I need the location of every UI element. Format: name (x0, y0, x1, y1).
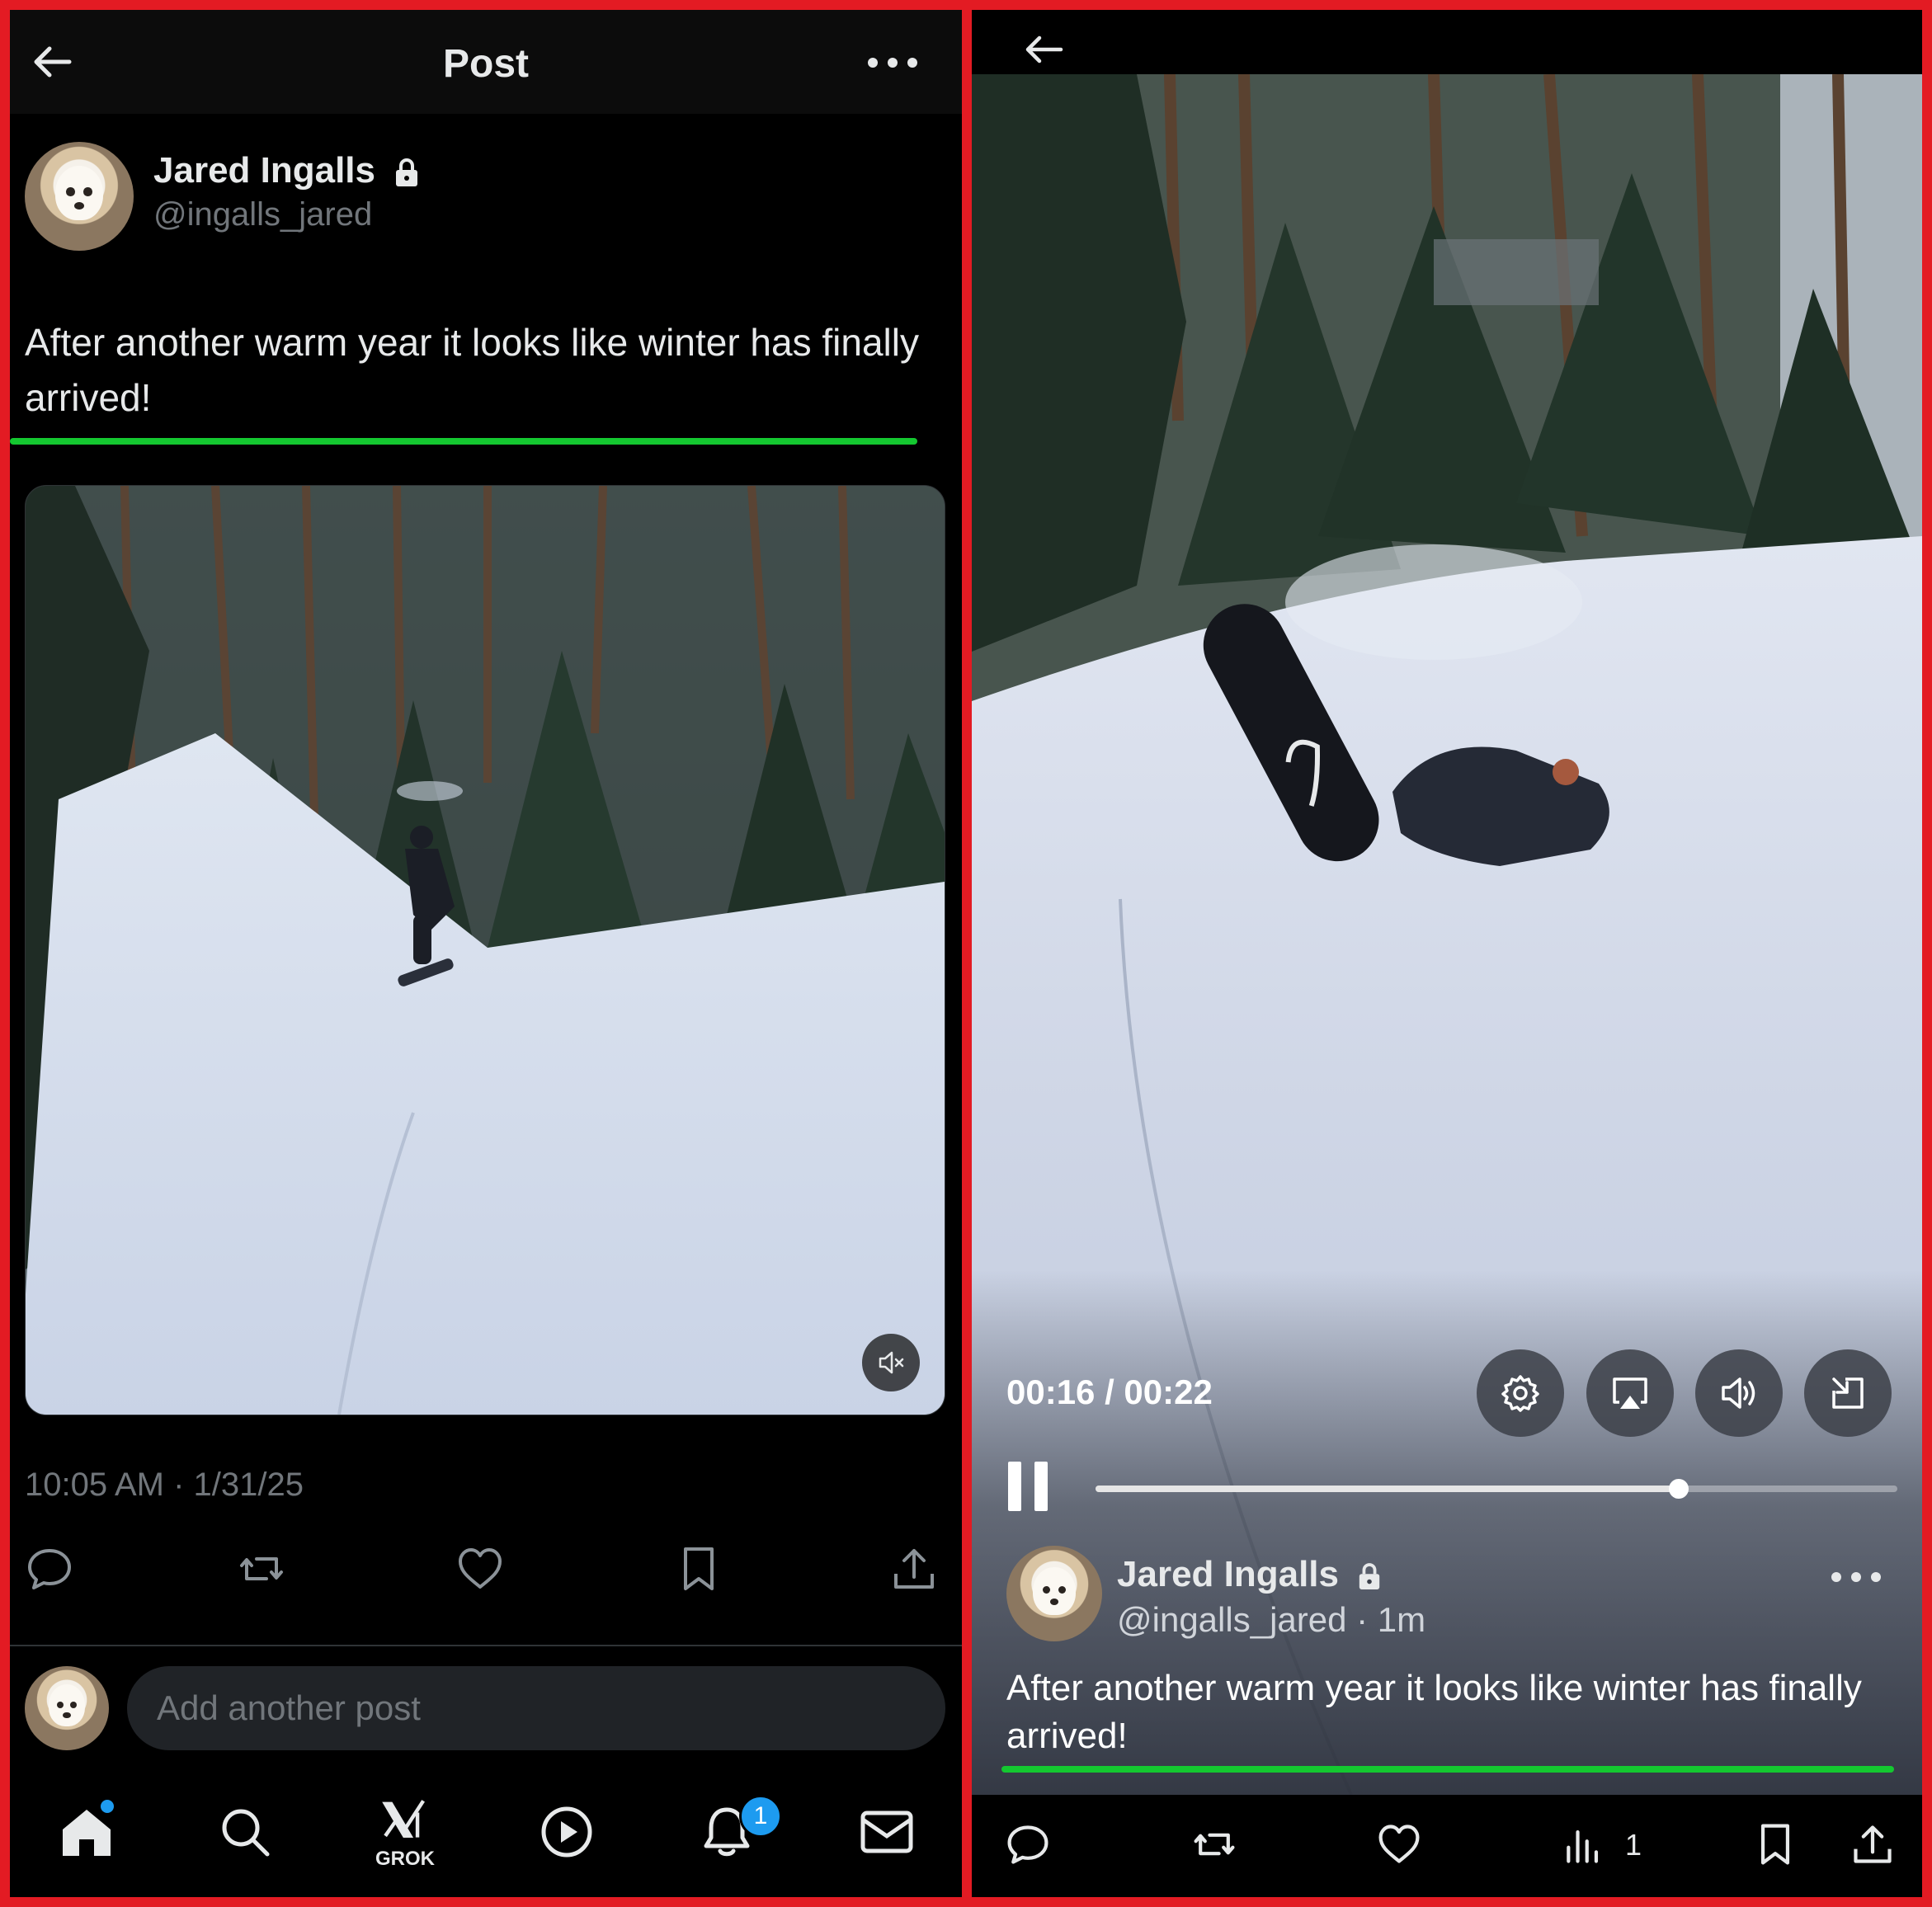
reply-input[interactable]: Add another post (127, 1666, 945, 1750)
more-dots-icon (1831, 1572, 1841, 1582)
heart-icon (459, 1548, 502, 1589)
bar-chart-icon (1567, 1829, 1599, 1863)
more-options-button[interactable] (1831, 1572, 1881, 1584)
nav-messages[interactable] (858, 1803, 916, 1861)
highlight-underline (10, 438, 917, 445)
video-progress-bar[interactable] (1096, 1479, 1897, 1499)
progress-scrubber[interactable] (1668, 1479, 1689, 1499)
settings-button[interactable] (1477, 1349, 1564, 1437)
view-count: 1 (1625, 1828, 1642, 1862)
post-timestamp: 10:05 AM · 1/31/25 (25, 1467, 304, 1503)
highlight-underline (1001, 1766, 1894, 1773)
author-name[interactable]: Jared Ingalls (153, 150, 420, 191)
reply-avatar (25, 1666, 109, 1750)
more-dots-icon (868, 58, 878, 68)
playback-time: 00:16 / 00:22 (1006, 1373, 1213, 1411)
repost-icon (1194, 1833, 1235, 1856)
share-button[interactable] (889, 1544, 939, 1594)
notification-badge: 1 (739, 1795, 782, 1838)
reply-button[interactable] (1005, 1821, 1051, 1867)
post-detail-panel: Post Jared Ingalls @ingalls_jared After … (10, 10, 962, 1897)
nav-home[interactable] (58, 1800, 115, 1861)
pause-icon (1008, 1462, 1021, 1511)
gear-icon (1501, 1375, 1539, 1412)
lock-icon (396, 158, 418, 187)
grok-icon (382, 1800, 425, 1839)
nav-video[interactable] (538, 1803, 596, 1861)
author-handle-time[interactable]: @ingalls_jared · 1m (1117, 1600, 1425, 1640)
more-options-button[interactable] (868, 58, 917, 69)
airplay-button[interactable] (1586, 1349, 1674, 1437)
heart-icon (1378, 1825, 1420, 1863)
like-button[interactable] (455, 1544, 505, 1594)
repost-button[interactable] (1191, 1821, 1237, 1867)
video-thumbnail[interactable] (25, 485, 945, 1415)
nav-search[interactable] (216, 1803, 274, 1861)
divider (10, 1645, 962, 1646)
post-text: After another warm year it looks like wi… (1006, 1668, 1862, 1757)
bookmark-button[interactable] (1752, 1821, 1798, 1867)
video-player-panel: 00:16 / 00:22 Jared Ingalls @ingalls_jar… (972, 10, 1922, 1897)
repost-icon (240, 1557, 283, 1580)
share-button[interactable] (1850, 1821, 1896, 1867)
snowboard-scene-image (26, 486, 945, 1415)
mute-button[interactable] (862, 1334, 920, 1391)
bookmark-button[interactable] (674, 1544, 723, 1594)
play-circle-icon (541, 1806, 592, 1858)
player-action-bar: 1 (972, 1795, 1922, 1897)
airplay-icon (1613, 1377, 1647, 1409)
author-handle[interactable]: @ingalls_jared (153, 196, 372, 233)
share-upload-icon (894, 1549, 934, 1589)
search-icon (222, 1809, 270, 1857)
repost-button[interactable] (237, 1544, 286, 1594)
views-button[interactable]: 1 (1561, 1821, 1642, 1867)
post-action-bar (10, 1544, 962, 1610)
unread-dot (101, 1800, 114, 1813)
nav-grok[interactable]: GROK (375, 1796, 435, 1870)
progress-fill (1096, 1486, 1679, 1492)
back-button[interactable] (1021, 33, 1066, 66)
minimize-player-button[interactable] (1804, 1349, 1892, 1437)
volume-button[interactable] (1695, 1349, 1783, 1437)
avatar[interactable] (25, 142, 134, 251)
bookmark-icon (684, 1547, 714, 1590)
author-name[interactable]: Jared Ingalls (1117, 1554, 1382, 1595)
share-upload-icon (1854, 1825, 1892, 1863)
reply-bubble-icon (28, 1549, 71, 1589)
player-top-bar (972, 10, 1922, 74)
bookmark-icon (1760, 1824, 1790, 1865)
video-player[interactable] (972, 74, 1922, 1795)
like-button[interactable] (1376, 1821, 1422, 1867)
top-bar: Post (10, 10, 962, 114)
bottom-navigation: GROK 1 (10, 1772, 962, 1897)
avatar[interactable] (1006, 1546, 1102, 1641)
nav-notifications[interactable]: 1 (698, 1795, 782, 1861)
post-text: After another warm year it looks like wi… (25, 321, 919, 419)
page-title: Post (442, 42, 529, 86)
reply-button[interactable] (25, 1544, 74, 1594)
pause-button[interactable] (1008, 1462, 1053, 1511)
speaker-icon (1722, 1377, 1755, 1409)
reply-bubble-icon (1007, 1825, 1048, 1864)
lock-icon (1359, 1563, 1380, 1590)
picture-in-picture-icon (1832, 1377, 1864, 1409)
grok-label: GROK (375, 1848, 435, 1870)
envelope-icon (860, 1810, 913, 1853)
arrow-left-icon (1025, 35, 1063, 64)
speaker-muted-icon (879, 1351, 904, 1374)
